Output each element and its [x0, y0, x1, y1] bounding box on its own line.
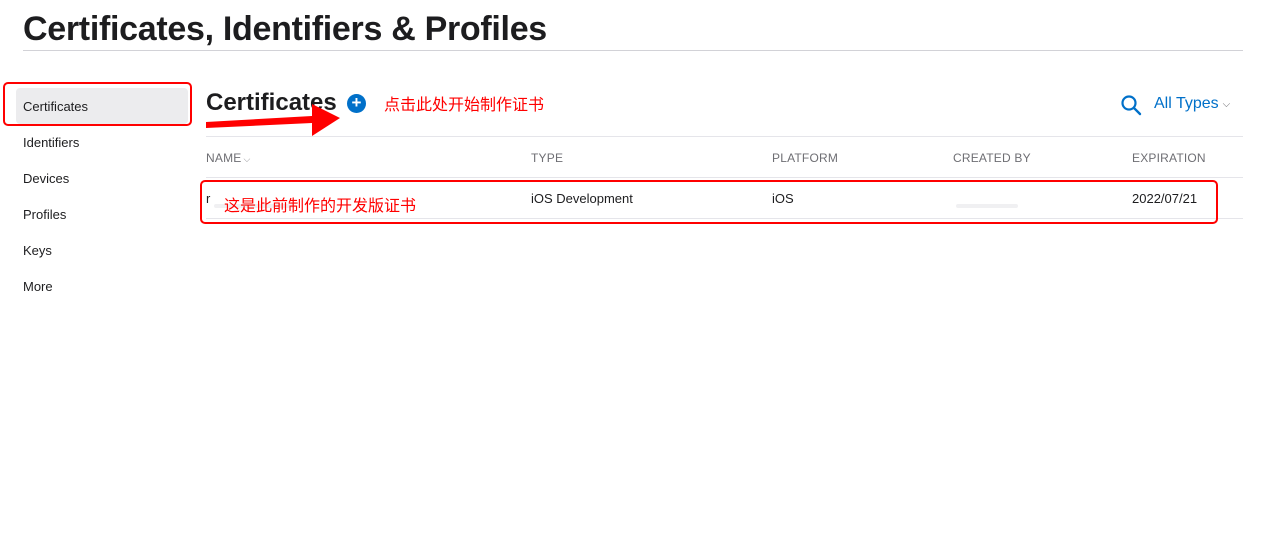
chevron-down-icon: ⌵: [1222, 98, 1231, 110]
search-icon[interactable]: [1120, 94, 1142, 116]
page-title: Certificates, Identifiers & Profiles: [23, 10, 547, 48]
column-header-type: TYPE: [531, 151, 564, 165]
sidebar-item-keys[interactable]: Keys: [16, 232, 188, 268]
table-top-divider: [206, 136, 1243, 137]
all-types-filter[interactable]: All Types ⌵: [1154, 95, 1230, 113]
add-certificate-button[interactable]: +: [347, 94, 366, 113]
sort-chevron-icon: ⌵: [243, 154, 251, 164]
annotation-box-sidebar: [3, 82, 192, 126]
all-types-label: All Types: [1154, 95, 1219, 112]
plus-circle-icon: +: [351, 93, 362, 112]
column-header-platform: PLATFORM: [772, 151, 839, 165]
sidebar-item-identifiers[interactable]: Identifiers: [16, 124, 188, 160]
title-divider: [23, 50, 1243, 51]
annotation-start-hint: 点击此处开始制作证书: [384, 95, 545, 114]
column-header-expiration: EXPIRATION: [1132, 151, 1206, 165]
annotation-row-hint: 这是此前制作的开发版证书: [224, 196, 417, 215]
sidebar-item-more[interactable]: More: [16, 268, 188, 304]
sidebar-item-devices[interactable]: Devices: [16, 160, 188, 196]
table-header-divider: [206, 177, 1243, 178]
column-header-name[interactable]: NAME ⌵: [206, 151, 251, 165]
sidebar-item-profiles[interactable]: Profiles: [16, 196, 188, 232]
column-header-created-by: CREATED BY: [953, 151, 1031, 165]
